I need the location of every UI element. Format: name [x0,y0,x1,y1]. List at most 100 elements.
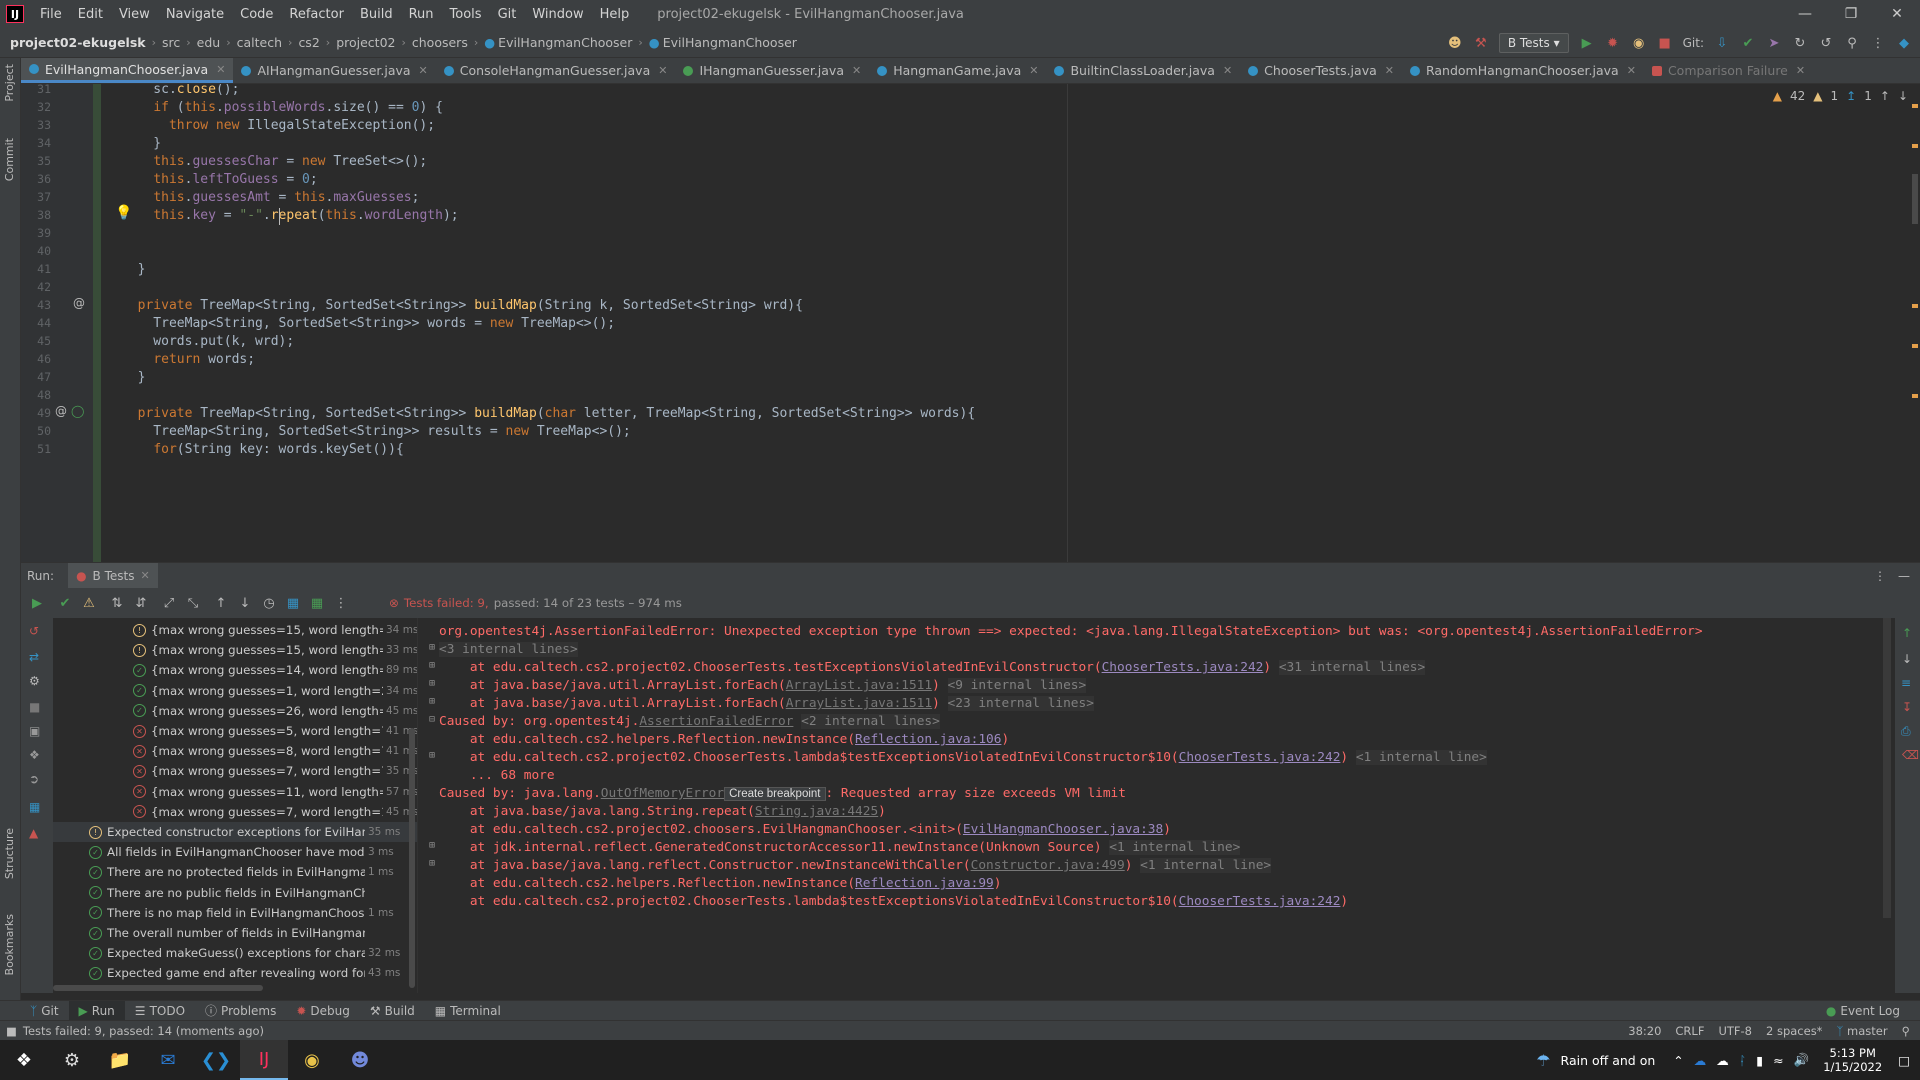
close-tab-icon[interactable]: ✕ [1029,64,1038,77]
run-config-select[interactable]: B Tests ▾ [1498,33,1569,53]
collapse-all-icon[interactable]: ⤡ [185,595,201,611]
test-row[interactable]: ✓ There are no protected fields in EvilHa… [53,862,417,882]
test-row[interactable]: ✓ There is no map field in EvilHangmanCho… [53,903,417,923]
menu-help[interactable]: Help [592,7,638,22]
close-tab-icon[interactable]: ✕ [1796,64,1805,77]
expand-icon[interactable]: ⊞ [429,678,435,689]
settings-icon[interactable]: ⋮ [1870,35,1886,51]
test-results-tree[interactable]: ! {max wrong guesses=15, word length=15, … [53,618,418,993]
restore-icon[interactable]: ❐ [1828,0,1874,28]
menu-window[interactable]: Window [524,7,591,22]
jetbrains-icon[interactable]: ◆ [1896,35,1912,51]
layout-icon[interactable]: ▦ [29,800,40,814]
rerun-icon[interactable]: ▶ [29,595,45,611]
tab-ihangmanguesser[interactable]: IHangmanGuesser.java ✕ [675,58,869,83]
breadcrumb-edu[interactable]: edu [197,35,221,50]
close-tab-icon[interactable]: ✕ [1223,64,1232,77]
clock[interactable]: 5:13 PM 1/15/2022 [1823,1046,1882,1074]
expand-icon[interactable]: ⊞ [429,642,435,653]
source-link[interactable]: ArrayList.java:1511 [786,696,932,711]
scroll-down-icon[interactable]: ↓ [1902,652,1912,666]
git-branch[interactable]: ᛉ master [1836,1024,1887,1038]
minimize-icon[interactable]: — [1782,0,1828,28]
tree-horizontal-scrollbar[interactable] [53,985,263,991]
menu-edit[interactable]: Edit [70,7,111,22]
vscode-icon[interactable]: ❮❯ [192,1040,240,1080]
tab-builtinclassloader[interactable]: BuiltinClassLoader.java ✕ [1046,58,1240,83]
close-tab-icon[interactable]: ✕ [1627,64,1636,77]
toggle-auto-test-icon[interactable]: ⇄ [29,650,39,664]
file-encoding[interactable]: UTF-8 [1718,1024,1752,1038]
close-tab-icon[interactable]: ✕ [658,64,667,77]
vcs-change-marker[interactable] [93,84,101,562]
expand-all-icon[interactable]: ⤢ [161,595,177,611]
pin-tab-icon[interactable]: ▲ [29,826,38,840]
todo-tool-button[interactable]: ☰ TODO [125,1001,195,1021]
run-config-tab[interactable]: ● B Tests ✕ [68,562,158,589]
source-link[interactable]: Reflection.java:106 [855,732,1001,747]
console-scrollbar[interactable] [1883,618,1891,918]
internal-lines[interactable]: <1 internal line> [1355,750,1487,765]
inspection-widget[interactable]: ▲ 42 ▲ 1 ↥ 1 ↑ ↓ [1773,89,1908,103]
code-editor[interactable]: 31 32 33 34 35 36 37 38 39 40 41 42 43 4… [21,84,1920,562]
internal-lines[interactable]: <3 internal lines> [439,642,578,657]
test-row[interactable]: ✓ {max wrong guesses=1, word length=20, g… [53,681,417,701]
soft-wrap-icon[interactable]: ≡ [1901,676,1911,690]
create-breakpoint-tooltip[interactable]: Create breakpoint [724,787,826,801]
source-link[interactable]: ChooserTests.java:242 [1179,750,1341,765]
scroll-up-icon[interactable]: ↑ [1902,626,1912,640]
coverage-icon[interactable]: ◉ [1631,35,1647,51]
debug-icon[interactable]: ✹ [1605,35,1621,51]
breadcrumb-caltech[interactable]: caltech [237,35,282,50]
search-icon[interactable]: ⚲ [1844,35,1860,51]
breadcrumb-src[interactable]: src [162,35,180,50]
close-tab-icon[interactable]: ✕ [852,64,861,77]
battery-icon[interactable]: ▮ [1756,1053,1763,1068]
test-row[interactable]: ! {max wrong guesses=15, word length=15, … [53,620,417,640]
arrow-down-icon[interactable]: ↓ [1898,89,1908,103]
close-tab-icon[interactable]: ✕ [419,64,428,77]
exception-link[interactable]: AssertionFailedError [639,714,793,729]
close-icon[interactable]: ✕ [1874,0,1920,28]
git-push-icon[interactable]: ➤ [1766,35,1782,51]
breadcrumb-cs2[interactable]: cs2 [298,35,319,50]
internal-lines[interactable]: <31 internal lines> [1278,660,1426,675]
settings-icon[interactable]: ⚙ [29,674,40,688]
lock-icon[interactable]: ⚲ [1902,1024,1910,1038]
breadcrumb-project02[interactable]: project02 [336,35,395,50]
chevron-up-icon[interactable]: ⌃ [1673,1053,1683,1068]
pin-icon[interactable]: ❖ [29,748,40,762]
user-icon[interactable]: ☻ [1447,35,1463,51]
internal-lines[interactable]: <2 internal lines> [801,714,940,729]
tab-choosertests[interactable]: ChooserTests.java ✕ [1240,58,1402,83]
more-icon[interactable]: ⋮ [333,595,349,611]
git-commit-icon[interactable]: ✔ [1740,35,1756,51]
project-tool-button[interactable]: Project [3,64,16,102]
expand-icon[interactable]: ⊞ [429,858,435,869]
source-link[interactable]: Constructor.java:499 [971,858,1125,873]
event-log-button[interactable]: ● Event Log [1816,1001,1910,1021]
bluetooth-icon[interactable]: ᛛ [1739,1053,1747,1068]
tree-vertical-scrollbar[interactable] [409,728,415,988]
print-icon[interactable]: ⎙ [1901,724,1911,739]
internal-lines[interactable]: <1 internal line> [1140,858,1272,873]
menu-navigate[interactable]: Navigate [158,7,232,22]
camera-icon[interactable]: ▣ [29,724,40,738]
volume-icon[interactable]: 🔊 [1794,1052,1810,1068]
expand-icon[interactable]: ⊞ [429,660,435,671]
history-icon[interactable]: ◷ [261,595,277,611]
menu-git[interactable]: Git [490,7,525,22]
test-row[interactable]: ✕ {max wrong guesses=5, word length=7, gu… [53,721,417,741]
bookmarks-tool-button[interactable]: Bookmarks [3,914,16,975]
exception-link[interactable]: OutOfMemoryError [601,786,724,801]
problems-tool-button[interactable]: ⓘ Problems [195,1001,286,1021]
exit-icon[interactable]: ➲ [29,772,39,786]
git-update-icon[interactable]: ⇩ [1714,35,1730,51]
sort-duration-icon[interactable]: ⇵ [133,595,149,611]
line-separator[interactable]: CRLF [1675,1024,1704,1038]
test-row[interactable]: ! Expected constructor exceptions for Evi… [53,822,417,842]
collapse-icon[interactable]: ⊟ [429,714,435,725]
recursion-icon[interactable]: ◯ [71,404,84,418]
outlook-icon[interactable]: ✉ [144,1040,192,1080]
options-icon[interactable]: ⋮ [1874,569,1886,583]
